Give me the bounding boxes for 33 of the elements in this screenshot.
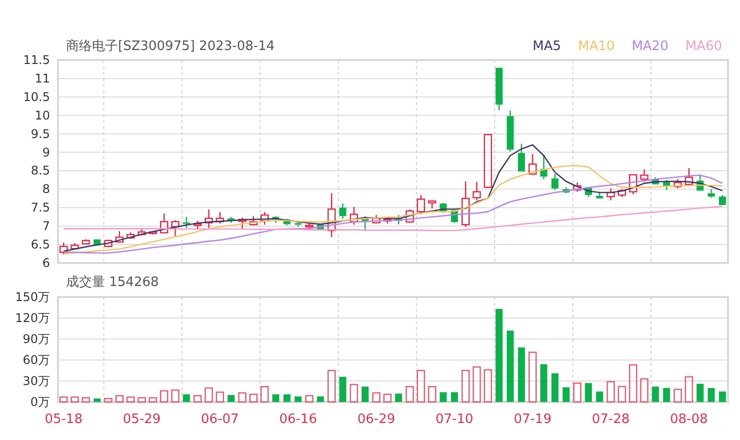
axis-label: 6.5 [30,238,50,252]
volume-title: 成交量 154268 [66,274,159,291]
axis-label: 8.5 [30,164,50,178]
axis-label: 11.5 [23,53,50,67]
legend-label: MA20 [632,38,668,54]
date-label: 06-29 [357,412,396,427]
date-label: 06-07 [201,412,239,427]
legend-label: MA5 [532,38,562,54]
axis-label: 0万 [30,395,50,409]
axis-label: 9 [42,145,50,160]
date-label: 07-28 [592,412,630,427]
date-label: 05-18 [44,412,82,427]
date-label: 07-19 [514,412,552,427]
axis-label: 10.5 [23,90,50,104]
date-label: 07-10 [436,412,474,427]
legend-label: MA60 [685,38,722,54]
date-label: 08-08 [670,412,708,427]
axis-label: 150万 [15,290,50,304]
axis-label: 8 [42,182,50,196]
axis-label: 60万 [22,353,50,367]
axis-label: 30万 [22,374,50,388]
date-label: 06-16 [279,412,317,427]
axis-label: 90万 [22,332,50,346]
axis-label: 6 [42,256,50,270]
axis-label: 120万 [15,311,50,325]
chart-title: 商络电子[SZ300975] 2023-08-14 [66,38,275,55]
axis-label: 11 [34,71,50,86]
axis-label: 7 [42,219,50,234]
date-label: 05-29 [122,412,161,427]
axis-label: 10 [34,108,50,122]
axis-label: 7.5 [30,200,50,215]
axis-label: 9.5 [30,126,50,141]
legend-label: MA10 [578,38,615,54]
